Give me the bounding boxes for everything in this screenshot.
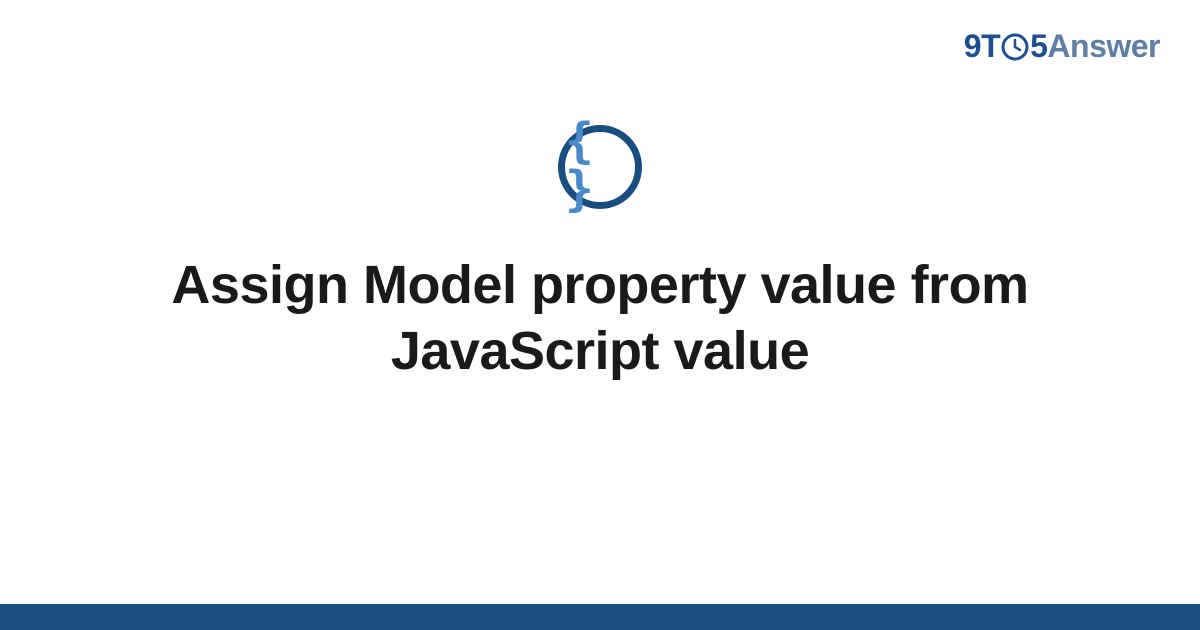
brand-suffix: 5 — [1030, 28, 1047, 64]
footer-bar — [0, 604, 1200, 630]
brand-word: Answer — [1047, 28, 1160, 64]
page-title: Assign Model property value from JavaScr… — [80, 253, 1120, 385]
brand-logo: 9T 5Answer — [964, 28, 1160, 69]
category-icon-ring: { } — [558, 125, 642, 209]
clock-icon — [1001, 32, 1029, 69]
main-content: { } Assign Model property value from Jav… — [0, 125, 1200, 385]
curly-braces-icon: { } — [565, 117, 631, 213]
brand-prefix: 9T — [964, 28, 1000, 64]
